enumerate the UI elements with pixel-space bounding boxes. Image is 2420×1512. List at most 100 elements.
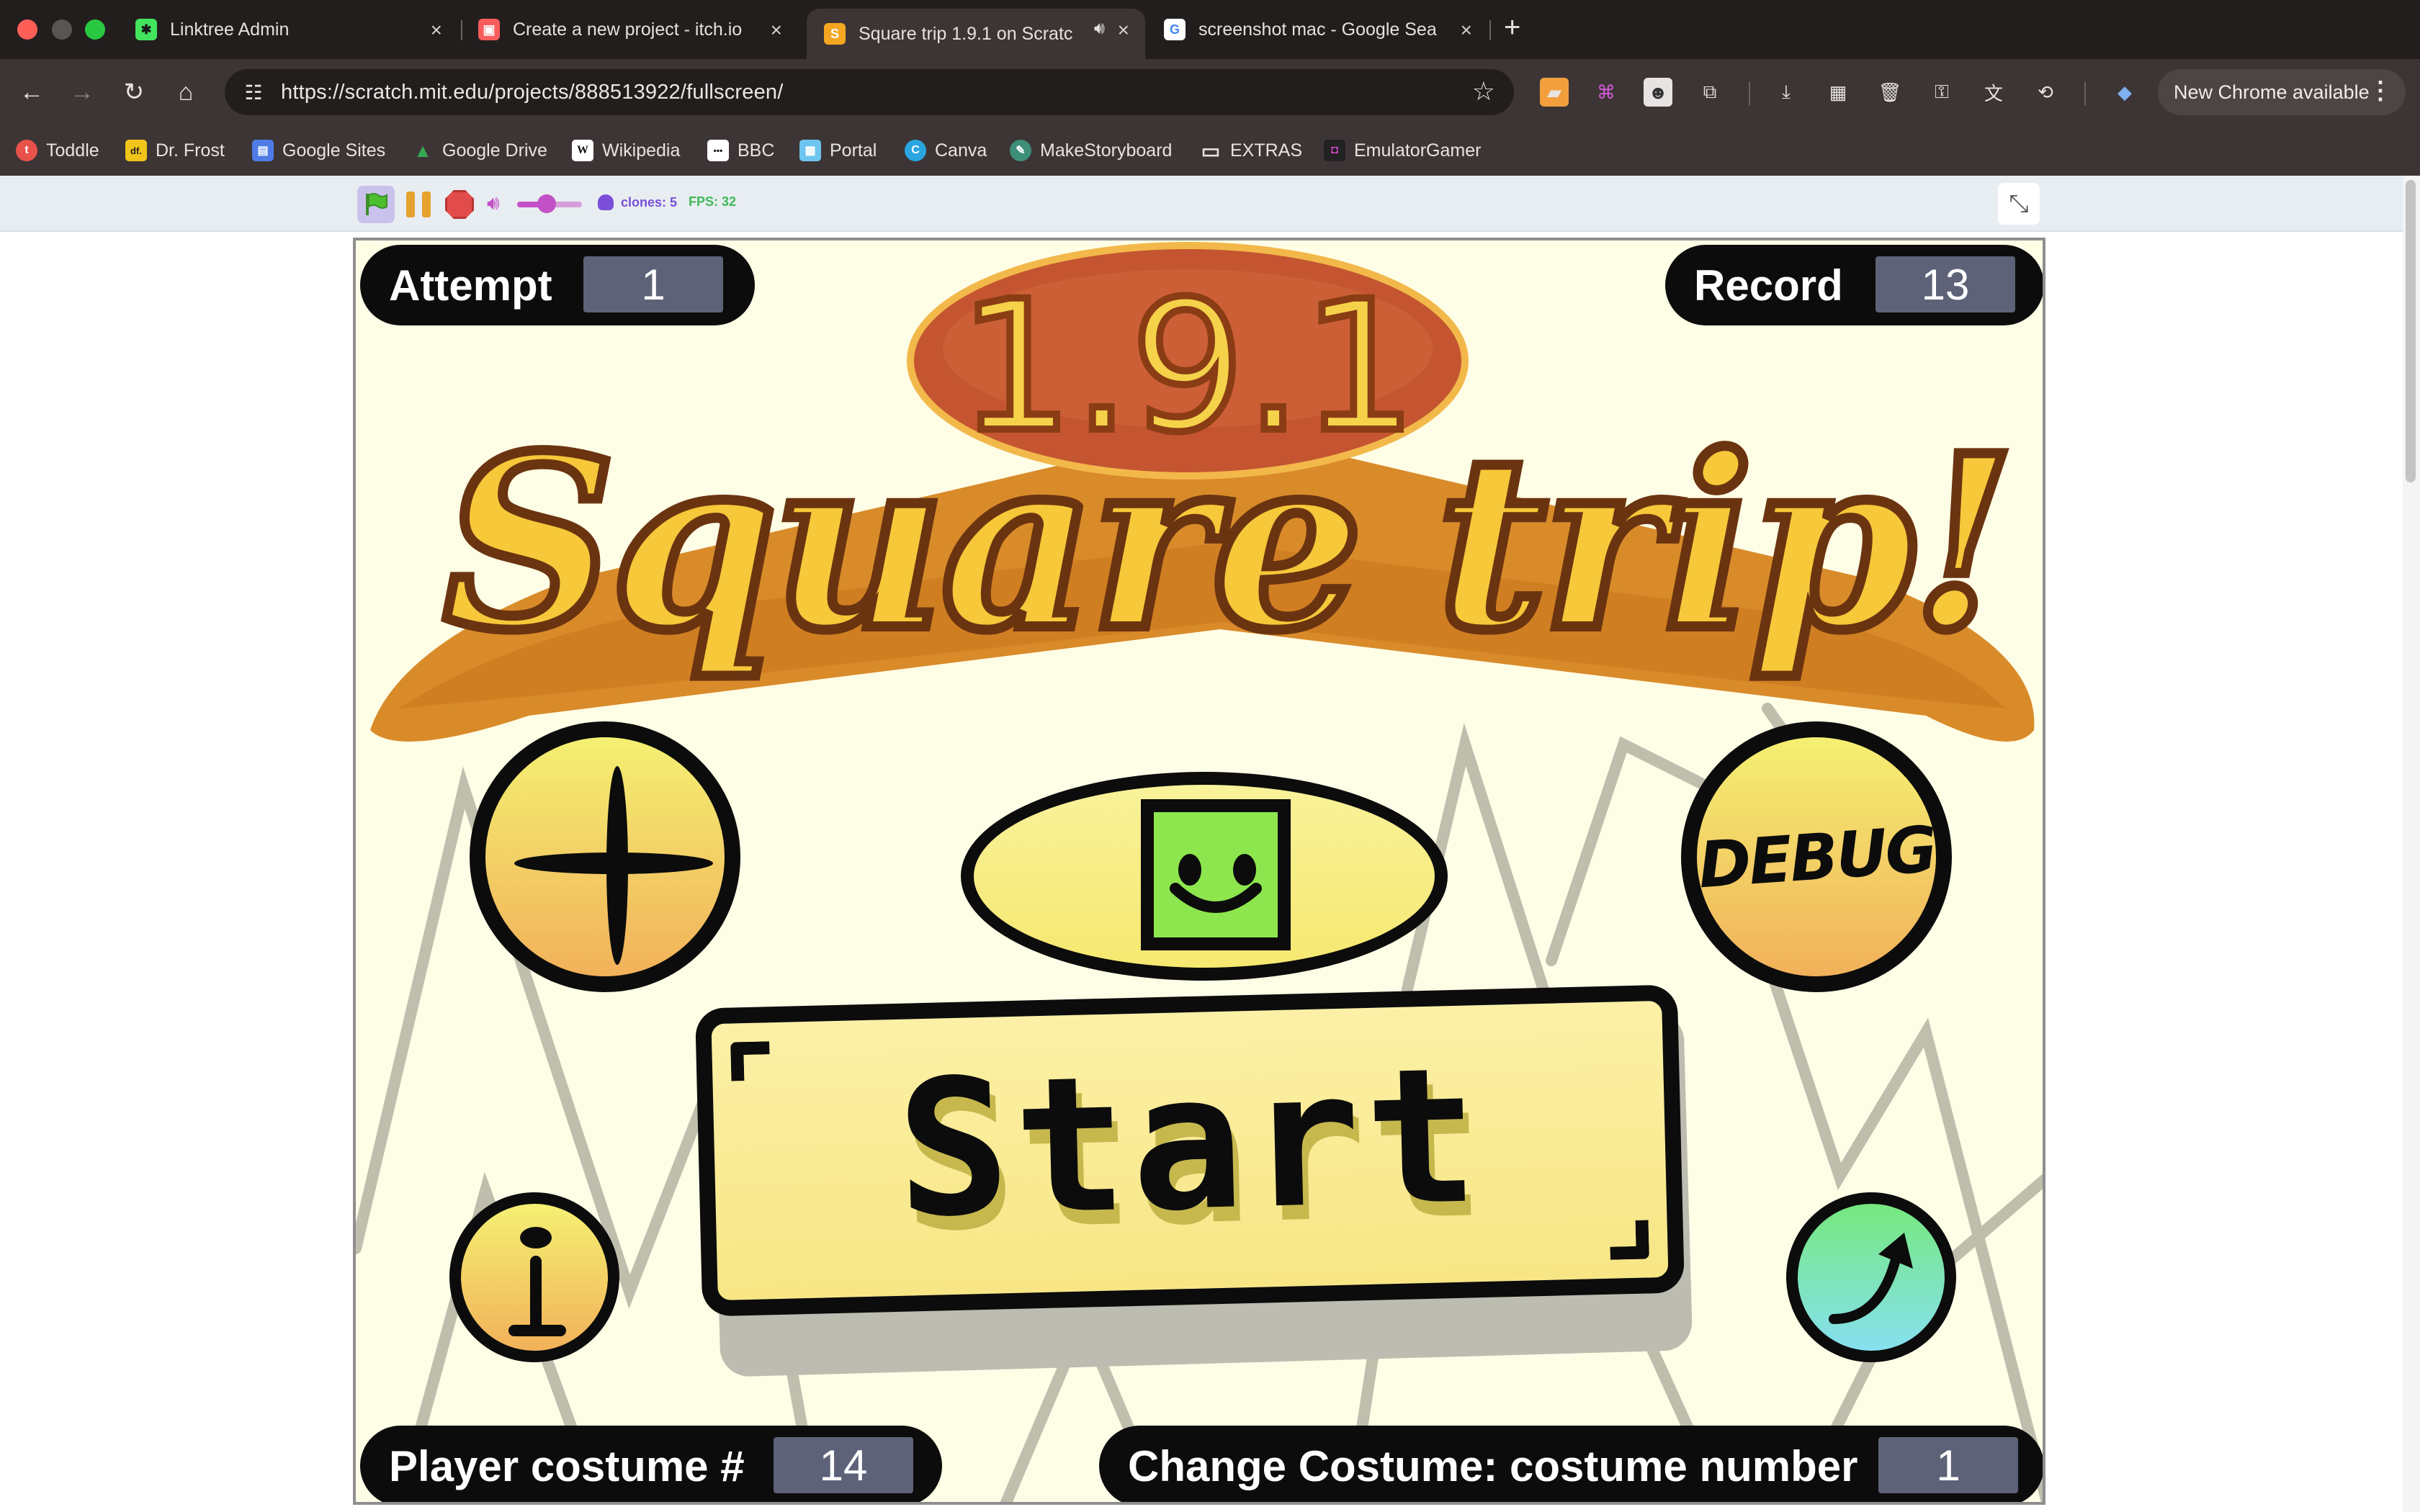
emulatorgamer-icon: ◘ xyxy=(1324,140,1345,161)
back-icon[interactable]: ← xyxy=(13,73,50,111)
bookmark-makestoryboard[interactable]: ✎ MakeStoryboard xyxy=(1010,137,1172,164)
bookmark-label: Wikipedia xyxy=(602,140,681,161)
info-icon xyxy=(520,1227,552,1248)
tab-google-search[interactable]: G screenshot mac - Google Sea × xyxy=(1147,9,1488,50)
portal-icon: ▦ xyxy=(799,140,821,161)
bookmark-label: EmulatorGamer xyxy=(1354,140,1482,161)
address-bar[interactable]: ☷ https://scratch.mit.edu/projects/88851… xyxy=(225,69,1514,115)
bookmark-star-icon[interactable]: ☆ xyxy=(1472,76,1495,107)
bookmark-google-drive[interactable]: ▲ Google Drive xyxy=(412,137,547,164)
bookmark-bbc[interactable]: ▪▪▪ BBC xyxy=(707,137,774,164)
tab-linktree[interactable]: ✱ Linktree Admin × xyxy=(118,9,458,50)
site-settings-icon[interactable]: ☷ xyxy=(239,78,268,107)
add-button[interactable] xyxy=(470,721,740,992)
bookmark-folder-extras[interactable]: ▭ EXTRAS xyxy=(1200,137,1302,164)
player-costume-label: Player costume # xyxy=(389,1441,745,1490)
bookmark-dr-frost[interactable]: df. Dr. Frost xyxy=(125,137,225,164)
reload-icon[interactable]: ↻ xyxy=(115,73,153,111)
dr-frost-icon: df. xyxy=(125,140,147,161)
player-square-icon[interactable] xyxy=(1141,799,1291,950)
bookmark-toddle[interactable]: t Toddle xyxy=(16,137,99,164)
bookmark-emulatorgamer[interactable]: ◘ EmulatorGamer xyxy=(1324,137,1481,164)
clone-counter: clones: 5 xyxy=(598,194,677,210)
google-sites-icon: ▤ xyxy=(252,140,274,161)
toddle-icon: t xyxy=(16,140,37,161)
attempt-label: Attempt xyxy=(389,261,552,310)
stop-button[interactable] xyxy=(445,190,474,219)
fps-counter: FPS: 32 xyxy=(689,194,737,209)
qr-code-icon[interactable]: ▦ xyxy=(1824,78,1852,107)
info-icon-base xyxy=(508,1325,566,1336)
close-window-button[interactable] xyxy=(17,19,37,40)
volume-slider-knob[interactable] xyxy=(537,194,556,213)
start-label: Start xyxy=(894,1027,1485,1259)
corner-bracket-bottom-right xyxy=(1609,1220,1649,1260)
translate-icon[interactable]: 文 xyxy=(1979,78,2008,107)
bookmark-label: Toddle xyxy=(46,140,99,161)
kebab-menu-icon[interactable]: ⋮ xyxy=(2368,76,2393,105)
debug-label: DEBUG xyxy=(1695,811,1937,902)
itch-icon: ▣ xyxy=(478,19,500,40)
bookmark-wikipedia[interactable]: W Wikipedia xyxy=(572,137,680,164)
toolbar-divider xyxy=(1749,82,1750,105)
zoom-window-button[interactable] xyxy=(85,19,105,40)
chrome-update-button[interactable]: New Chrome available ⋮ xyxy=(2158,69,2406,115)
profile-avatar-icon[interactable]: ◆ xyxy=(2110,78,2139,107)
canva-icon: C xyxy=(905,140,926,161)
volume-slider[interactable] xyxy=(517,194,582,213)
scratch-icon: S xyxy=(824,23,846,45)
bookmark-canva[interactable]: C Canva xyxy=(905,137,987,164)
browser-toolbar: ← → ↻ ⌂ ☷ https://scratch.mit.edu/projec… xyxy=(0,59,2420,125)
url-text[interactable]: https://scratch.mit.edu/projects/8885139… xyxy=(281,81,784,104)
bookmark-google-sites[interactable]: ▤ Google Sites xyxy=(252,137,385,164)
bookmark-label: Dr. Frost xyxy=(156,140,225,161)
trash-icon[interactable]: 🗑︎ xyxy=(1876,78,1904,107)
bookmark-label: EXTRAS xyxy=(1230,140,1303,161)
tab-itch[interactable]: ▣ Create a new project - itch.io × xyxy=(461,9,798,50)
exit-fullscreen-icon[interactable]: ⤡ xyxy=(1998,183,2040,225)
change-costume-monitor: Change Costume: costume number 1 xyxy=(1099,1426,2043,1502)
page-scrollbar-thumb[interactable] xyxy=(2406,180,2416,482)
audio-playing-icon[interactable]: 🔊︎ xyxy=(1094,19,1105,39)
wikipedia-icon: W xyxy=(572,140,593,161)
player-costume-value: 14 xyxy=(774,1437,913,1493)
tab-title: Create a new project - itch.io xyxy=(513,19,743,40)
tab-scratch[interactable]: S Square trip 1.9.1 on Scratc 🔊︎ × xyxy=(807,9,1145,59)
history-icon[interactable]: ⟲ xyxy=(2031,78,2060,107)
bookmark-portal[interactable]: ▦ Portal xyxy=(799,137,877,164)
green-flag-icon xyxy=(366,193,387,215)
share-button[interactable] xyxy=(1786,1192,1956,1362)
record-label: Record xyxy=(1694,261,1843,310)
clone-count-text: clones: 5 xyxy=(621,194,678,210)
green-flag-button[interactable] xyxy=(357,186,395,223)
project-stage[interactable]: 1.9.1 Square trip! Attempt 1 Record 13 D… xyxy=(353,238,2045,1505)
game-title: Square trip! xyxy=(439,398,2021,688)
close-icon[interactable]: × xyxy=(431,19,442,42)
extensions-puzzle-icon[interactable]: ⧉ xyxy=(1695,78,1724,107)
corner-bracket-top-left xyxy=(730,1041,771,1081)
forward-icon[interactable]: → xyxy=(63,73,101,111)
bookmark-label: MakeStoryboard xyxy=(1040,140,1173,161)
volume-icon[interactable]: 🔊︎ xyxy=(487,192,500,215)
info-button[interactable] xyxy=(449,1192,619,1362)
close-icon[interactable]: × xyxy=(1118,19,1129,42)
pause-button[interactable] xyxy=(405,192,434,217)
extension-grid-icon[interactable]: ⌘ xyxy=(1592,78,1621,107)
extension-avatar-icon[interactable]: ☻ xyxy=(1644,78,1672,107)
bookmarks-bar: t Toddle df. Dr. Frost ▤ Google Sites ▲ Goog… xyxy=(0,125,2420,176)
extension-folder-icon[interactable]: ▰ xyxy=(1540,78,1569,107)
home-icon[interactable]: ⌂ xyxy=(167,73,205,111)
key-icon[interactable]: ⚿ xyxy=(1927,78,1956,107)
plus-icon-bar xyxy=(514,852,713,874)
new-tab-button[interactable]: + xyxy=(1504,12,1520,44)
bookmark-label: Canva xyxy=(935,140,987,161)
download-icon[interactable]: ⤓ xyxy=(1772,78,1801,107)
share-arrow-icon xyxy=(1829,1233,1913,1324)
close-icon[interactable]: × xyxy=(1461,19,1472,42)
start-button[interactable]: Start xyxy=(694,984,1685,1317)
linktree-icon: ✱ xyxy=(135,19,157,40)
bbc-icon: ▪▪▪ xyxy=(707,140,729,161)
minimize-window-button[interactable] xyxy=(52,19,72,40)
debug-button[interactable]: DEBUG xyxy=(1681,721,1952,992)
close-icon[interactable]: × xyxy=(771,19,782,42)
